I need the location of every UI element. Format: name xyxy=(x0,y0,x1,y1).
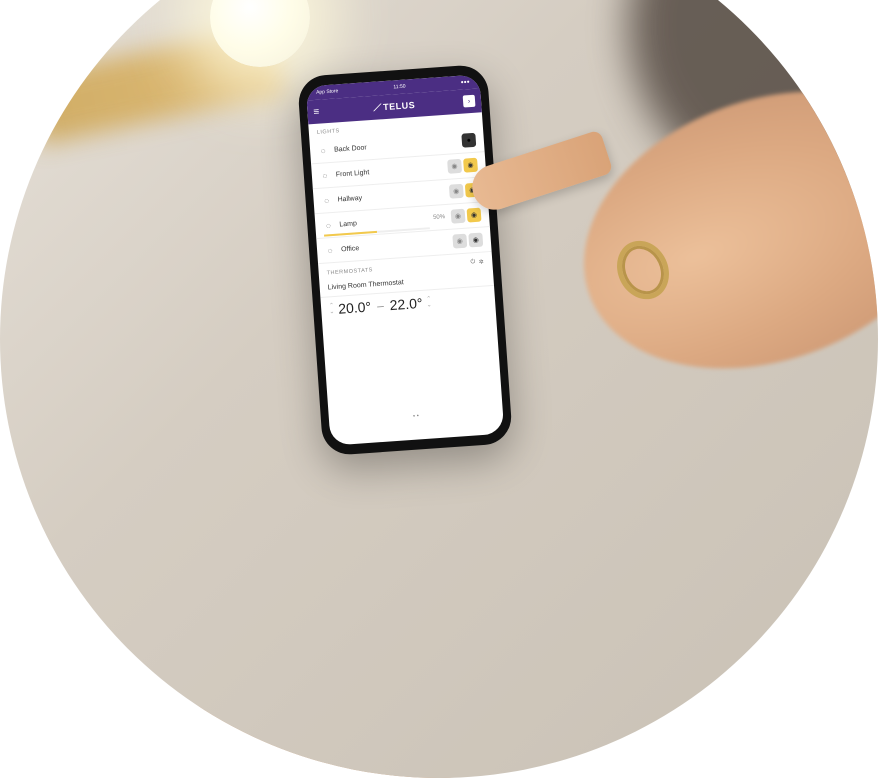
light-on-toggle[interactable]: ◉ xyxy=(468,233,483,248)
light-label: Lamp xyxy=(339,214,433,228)
thermostat-name: Living Room Thermostat xyxy=(328,279,404,291)
light-off-toggle[interactable]: ◉ xyxy=(449,184,464,199)
phone-screen: App Store 11:50 ●●● ≡ ⟋TELUS › LIGHTS ◌ xyxy=(306,74,505,445)
status-icons: ●●● xyxy=(460,79,469,86)
light-off-toggle[interactable]: ◉ xyxy=(451,209,466,224)
temp-low-stepper[interactable]: ⌃⌄ xyxy=(329,303,335,315)
light-on-toggle[interactable]: ◉ xyxy=(463,158,478,173)
light-label: Front Light xyxy=(336,163,446,178)
temp-high: 22.0° xyxy=(389,295,423,313)
temp-low: 20.0° xyxy=(338,299,372,317)
light-bulb xyxy=(200,0,320,60)
fan-icon[interactable]: ✲ xyxy=(479,258,485,265)
temp-high-stepper[interactable]: ⌃⌄ xyxy=(426,296,432,308)
light-off-toggle[interactable]: ◉ xyxy=(452,234,467,249)
status-time: 11:50 xyxy=(393,84,406,91)
power-icon[interactable]: ⏻ xyxy=(470,259,476,266)
temp-range-dash: – xyxy=(377,299,385,313)
light-value: 50% xyxy=(433,214,445,221)
phone: App Store 11:50 ●●● ≡ ⟋TELUS › LIGHTS ◌ xyxy=(297,64,513,456)
bulb-icon: ◌ xyxy=(318,146,329,156)
bulb-icon: ◌ xyxy=(320,171,331,181)
light-label: Office xyxy=(341,238,451,253)
page-indicator[interactable]: • • xyxy=(329,408,504,446)
bulb-icon: ◌ xyxy=(321,195,332,205)
light-on-toggle[interactable]: ◉ xyxy=(467,208,482,223)
light-label: Back Door xyxy=(334,137,460,153)
menu-icon[interactable]: ≡ xyxy=(313,106,320,117)
light-label: Hallway xyxy=(337,188,447,203)
bulb-icon: ◌ xyxy=(325,245,336,255)
forward-button[interactable]: › xyxy=(463,95,476,108)
bulb-icon: ◌ xyxy=(323,220,334,230)
light-toggle[interactable]: ● xyxy=(461,133,476,148)
background-photo: App Store 11:50 ●●● ≡ ⟋TELUS › LIGHTS ◌ xyxy=(0,0,878,778)
status-left: App Store xyxy=(316,88,339,96)
light-off-toggle[interactable]: ◉ xyxy=(447,159,462,174)
brand-logo: ⟋TELUS xyxy=(373,99,415,113)
left-hand xyxy=(154,480,527,778)
